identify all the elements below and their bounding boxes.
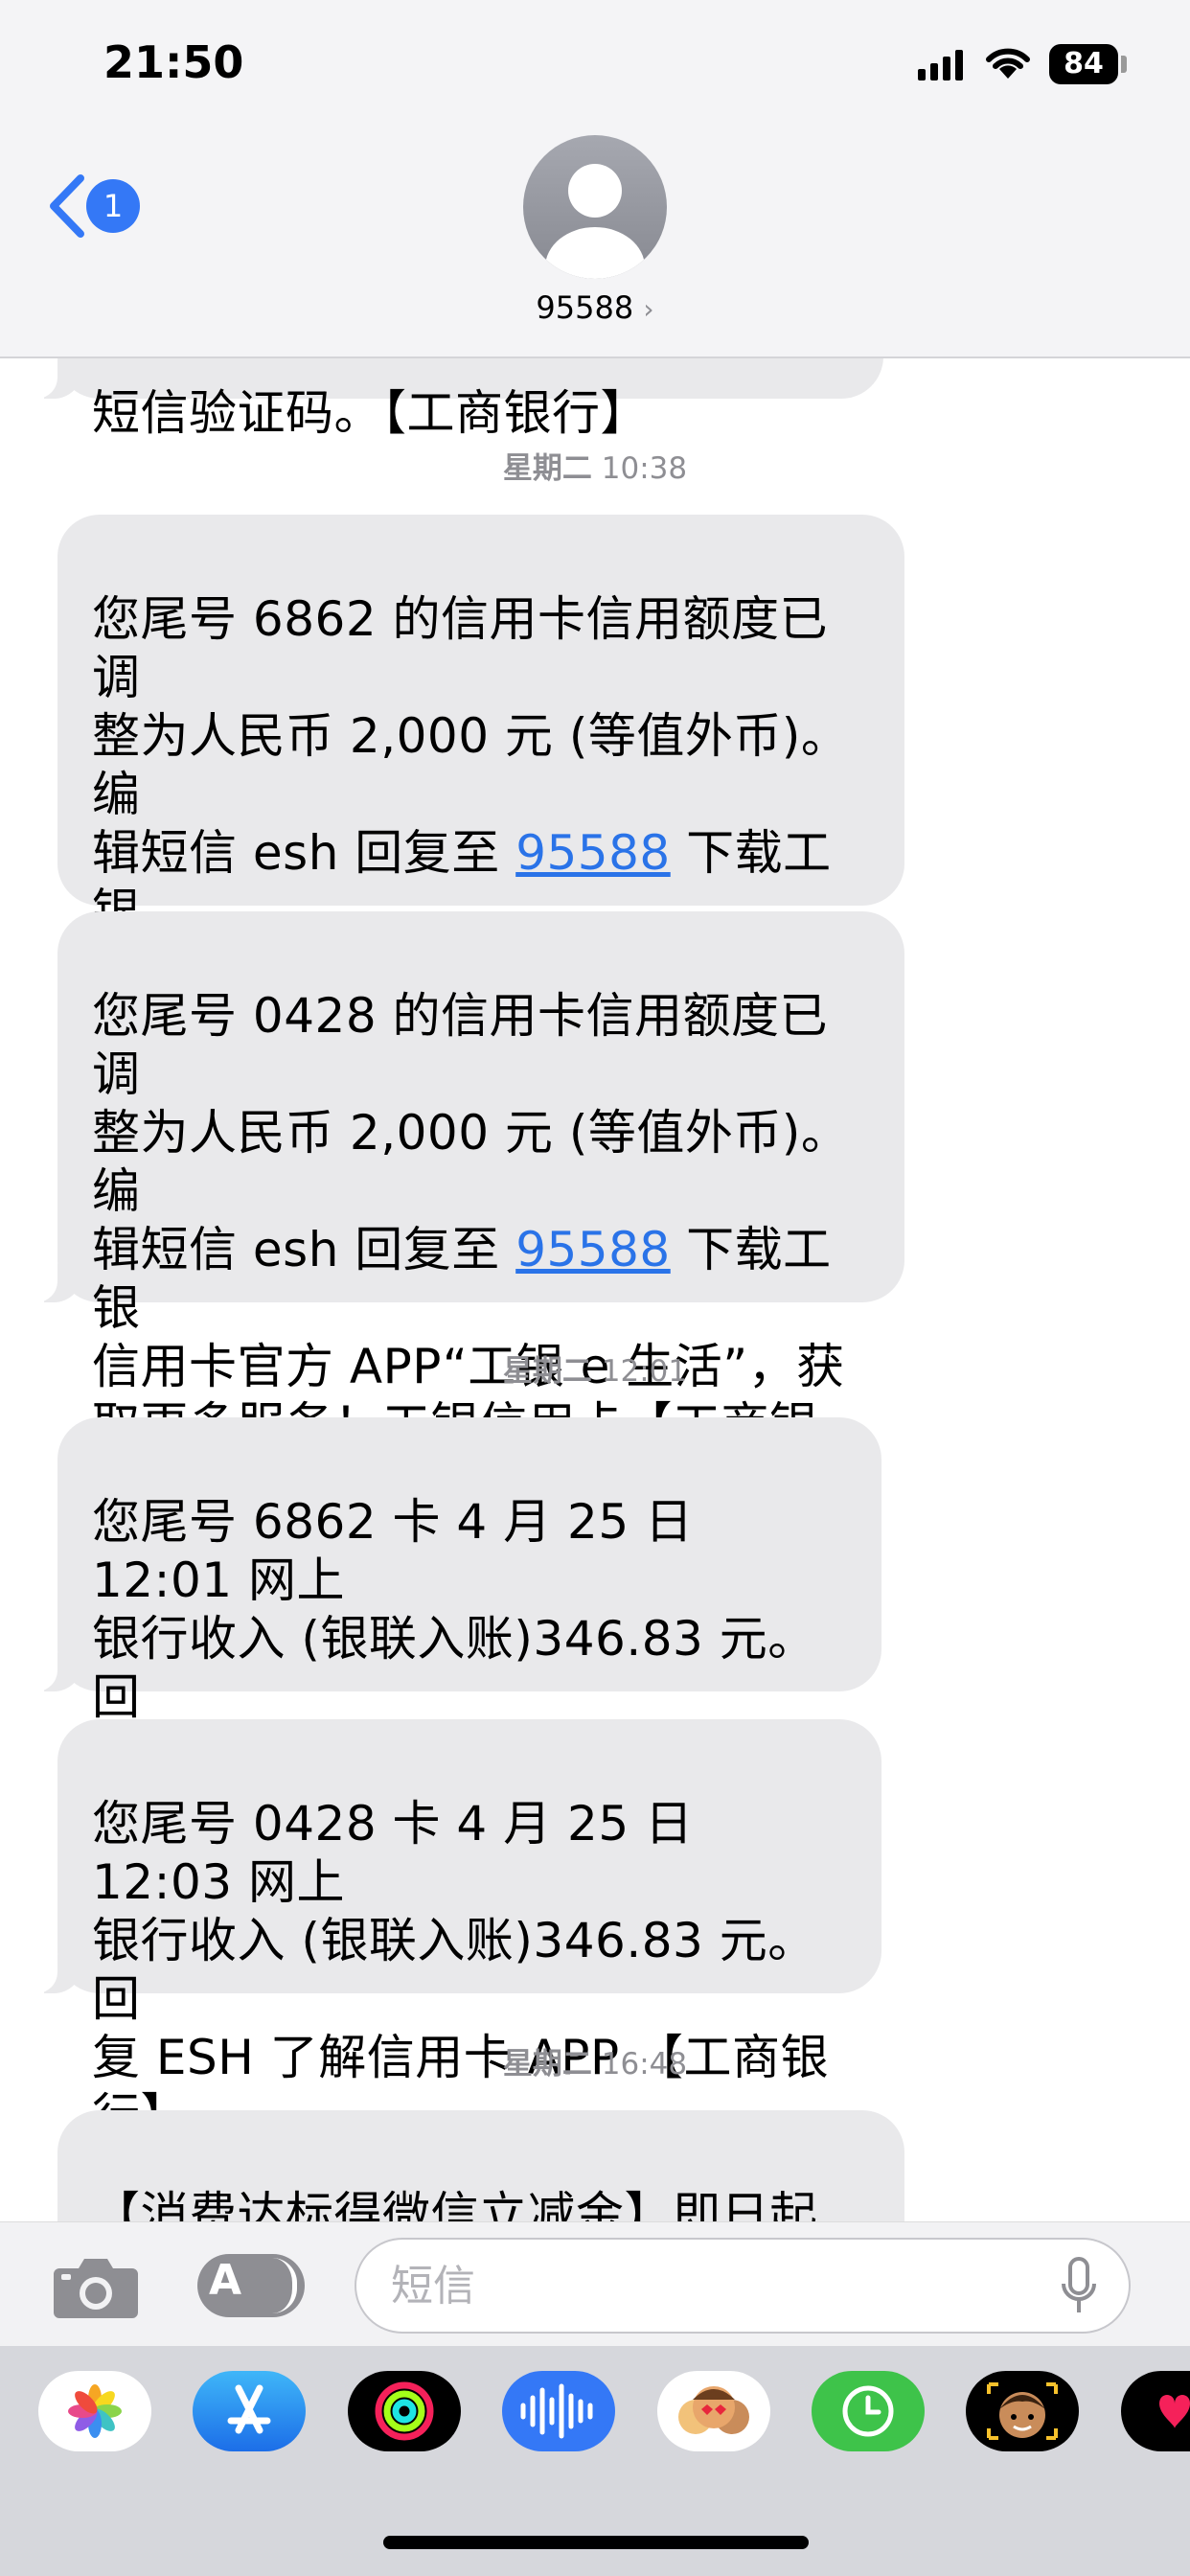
timestamp-time: 10:38	[601, 451, 688, 486]
app-store-icon: A	[209, 2256, 242, 2305]
bubble-tail	[33, 360, 82, 399]
camera-icon[interactable]	[52, 2253, 140, 2320]
bubble-tail	[33, 1955, 82, 1993]
audio-message-app-button[interactable]	[502, 2371, 615, 2451]
unread-count-badge[interactable]: 1	[86, 179, 140, 233]
timestamp-day: 星期二	[502, 451, 592, 486]
message-bubble[interactable]: 您尾号 0428 的信用卡信用额度已调 整为人民币 2,000 元 (等值外币)…	[33, 911, 904, 1511]
photos-app-button[interactable]	[38, 2371, 151, 2451]
message-input[interactable]	[355, 2238, 1131, 2334]
memoji-app-button[interactable]	[966, 2371, 1079, 2451]
fitness-icon	[375, 2381, 434, 2441]
contact-name: 95588	[536, 289, 634, 326]
battery-level: 84	[1064, 47, 1104, 80]
app-store-icon	[227, 2384, 271, 2434]
clock-icon	[842, 2385, 894, 2437]
bubble-tail	[33, 1264, 82, 1302]
back-chevron-icon[interactable]	[44, 172, 88, 240]
photos-icon	[68, 2384, 122, 2438]
timestamp: 星期二 12:01	[0, 1352, 1190, 1391]
bubble-tail	[33, 1653, 82, 1691]
phone-number-link[interactable]: 95588	[515, 825, 671, 881]
message-bubble[interactable]: 您尾号 6862 的信用卡信用额度已调 整为人民币 2,000 元 (等值外币)…	[57, 515, 904, 1115]
app-store-button[interactable]: A	[197, 2254, 305, 2317]
contact-name-button[interactable]: 95588 ›	[0, 289, 1190, 326]
message-thread[interactable]: 短信验证码。【工商银行】 星期二 10:38 您尾号 6862 的信用卡信用额度…	[0, 0, 1190, 2576]
chevron-right-icon: ›	[643, 293, 654, 325]
message-text: 短信验证码。【工商银行】	[92, 385, 649, 441]
memoji-stickers-app-button[interactable]	[657, 2371, 770, 2451]
message-bubble[interactable]: 您尾号 6862 卡 4 月 25 日 12:01 网上 银行收入 (银联入账)…	[33, 1417, 881, 1842]
compose-bar: A	[0, 2221, 1190, 2347]
conversation-header: 21:50 84 1 95588 ›	[0, 0, 1190, 358]
timestamp: 星期二 10:38	[0, 449, 1190, 488]
memoji-stickers-icon	[678, 2386, 749, 2434]
message-bubble[interactable]: 您尾号 0428 卡 4 月 25 日 12:03 网上 银行收入 (银联入账)…	[33, 1719, 881, 2144]
battery-icon: 84	[1049, 44, 1118, 84]
app-store-app-button[interactable]	[193, 2371, 306, 2451]
memoji-icon	[987, 2382, 1058, 2440]
timestamp-time: 16:48	[601, 2047, 688, 2082]
app-drawer-ring	[247, 2258, 297, 2313]
timestamp-time: 12:01	[601, 1354, 688, 1389]
clock-app-button[interactable]	[812, 2371, 925, 2451]
phone-number-link[interactable]: 95588	[515, 1222, 671, 1277]
contact-avatar[interactable]	[523, 135, 667, 279]
cellular-signal-icon	[918, 50, 966, 80]
wifi-icon	[986, 48, 1030, 79]
battery-cap	[1121, 56, 1127, 73]
message-text: 您尾号 0428 卡 4 月 25 日 12:03 网上 银行收入 (银联入账)…	[92, 1796, 830, 2144]
person-icon	[545, 164, 645, 279]
audio-message-icon	[520, 2383, 593, 2439]
fitness-app-button[interactable]	[348, 2371, 461, 2451]
home-indicator[interactable]	[383, 2536, 809, 2549]
timestamp: 星期二 16:48	[0, 2045, 1190, 2083]
heart-sticker-app-button[interactable]	[1121, 2371, 1190, 2451]
timestamp-day: 星期二	[502, 1354, 592, 1389]
status-time: 21:50	[103, 36, 244, 88]
timestamp-day: 星期二	[502, 2047, 592, 2082]
microphone-icon[interactable]	[1060, 2257, 1098, 2316]
heart-sticker-icon	[1159, 2395, 1190, 2428]
